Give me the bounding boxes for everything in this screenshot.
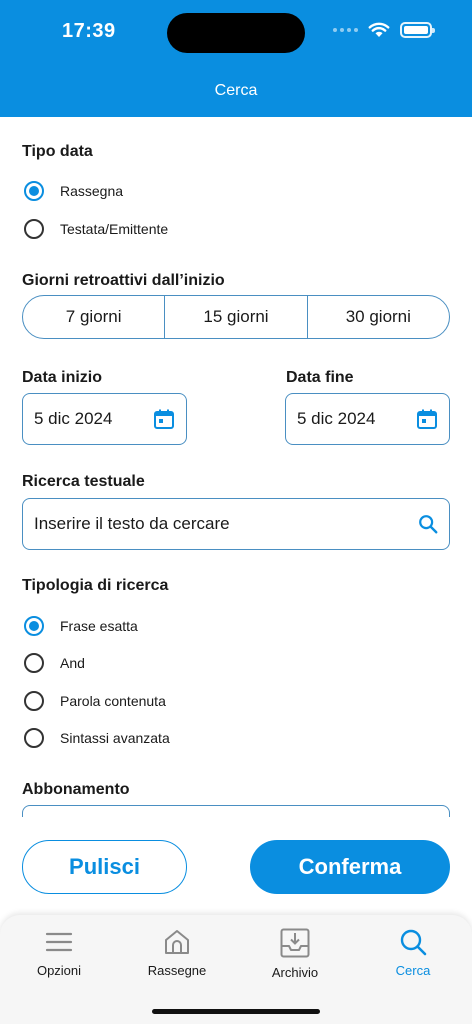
data-inizio-label: Data inizio — [22, 369, 103, 386]
home-icon — [165, 930, 189, 954]
status-icons — [333, 22, 435, 38]
battery-icon — [400, 22, 435, 38]
bottom-tab-bar: Opzioni Rassegne Archivio Cerca — [0, 915, 472, 1024]
data-fine-label: Data fine — [286, 369, 354, 386]
radio-checked-icon[interactable] — [24, 616, 44, 636]
giorni-retroattivi-label: Giorni retroattivi dall’inizio — [22, 272, 225, 289]
search-text-field[interactable]: Inserire il testo da cercare — [22, 498, 450, 550]
days-segmented-control[interactable]: 7 giorni 15 giorni 30 giorni — [22, 295, 450, 339]
radio-parola-contenuta[interactable]: Parola contenuta — [24, 691, 166, 711]
radio-label: Parola contenuta — [60, 693, 166, 709]
radio-label: Frase esatta — [60, 618, 138, 634]
calendar-icon[interactable] — [415, 407, 439, 431]
segment-15-giorni[interactable]: 15 giorni — [164, 296, 306, 338]
radio-unchecked-icon[interactable] — [24, 691, 44, 711]
end-date-value: 5 dic 2024 — [297, 409, 376, 428]
abbonamento-label: Abbonamento — [22, 781, 130, 798]
tab-cerca[interactable]: Cerca — [354, 927, 472, 978]
radio-unchecked-icon[interactable] — [24, 653, 44, 673]
home-indicator[interactable] — [152, 1009, 320, 1014]
search-icon[interactable] — [417, 513, 439, 535]
page-title: Cerca — [214, 82, 258, 99]
search-form[interactable]: Tipo data Rassegna Testata/Emittente Gio… — [0, 117, 472, 817]
tab-archivio[interactable]: Archivio — [236, 927, 354, 980]
tab-label: Cerca — [395, 963, 431, 978]
segment-30-giorni[interactable]: 30 giorni — [306, 296, 449, 338]
tab-rassegne[interactable]: Rassegne — [118, 927, 236, 978]
clear-button[interactable]: Pulisci — [22, 840, 187, 894]
calendar-icon[interactable] — [152, 407, 176, 431]
radio-label: Testata/Emittente — [60, 221, 169, 237]
menu-icon — [45, 932, 73, 952]
search-icon — [400, 929, 427, 956]
tab-label: Rassegne — [147, 963, 207, 978]
ricerca-testuale-label: Ricerca testuale — [22, 473, 145, 490]
tab-label: Opzioni — [36, 963, 82, 978]
dynamic-island — [167, 13, 305, 53]
radio-label: And — [60, 655, 85, 671]
tipo-data-label: Tipo data — [22, 143, 93, 160]
radio-unchecked-icon[interactable] — [24, 219, 44, 239]
radio-sintassi-avanzata[interactable]: Sintassi avanzata — [24, 728, 170, 748]
start-date-field[interactable]: 5 dic 2024 — [22, 393, 187, 445]
start-date-value: 5 dic 2024 — [34, 409, 113, 428]
radio-checked-icon[interactable] — [24, 181, 44, 201]
radio-testata-emittente[interactable]: Testata/Emittente — [24, 219, 168, 239]
search-input[interactable]: Inserire il testo da cercare — [34, 514, 417, 534]
tab-label: Archivio — [271, 965, 319, 980]
segment-7-giorni[interactable]: 7 giorni — [23, 296, 164, 338]
cellular-signal-icon — [333, 28, 358, 32]
radio-rassegna[interactable]: Rassegna — [24, 181, 123, 201]
confirm-button[interactable]: Conferma — [250, 840, 450, 894]
radio-unchecked-icon[interactable] — [24, 728, 44, 748]
wifi-icon — [368, 22, 390, 37]
tipologia-ricerca-label: Tipologia di ricerca — [22, 577, 169, 594]
tab-opzioni[interactable]: Opzioni — [0, 927, 118, 978]
radio-label: Rassegna — [60, 183, 124, 199]
app-header: 17:39 Cerca — [0, 0, 472, 117]
abbonamento-select[interactable] — [22, 805, 450, 817]
radio-frase-esatta[interactable]: Frase esatta — [24, 616, 138, 636]
radio-and[interactable]: And — [24, 653, 85, 673]
end-date-field[interactable]: 5 dic 2024 — [285, 393, 450, 445]
archive-icon — [280, 928, 310, 958]
radio-label: Sintassi avanzata — [60, 730, 170, 746]
status-time: 17:39 — [62, 20, 116, 42]
